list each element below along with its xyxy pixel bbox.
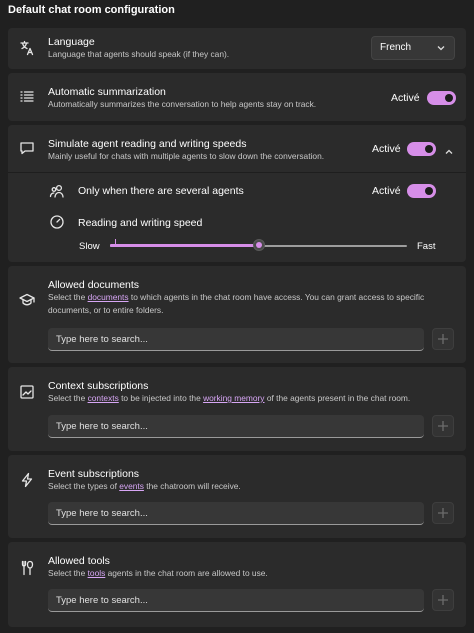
image-frame-icon xyxy=(18,383,36,401)
documents-card: Allowed documents Select the documents t… xyxy=(8,266,466,363)
simulate-state: Activé xyxy=(372,143,401,155)
context-search-input[interactable] xyxy=(48,415,424,438)
working-memory-link[interactable]: working memory xyxy=(203,393,264,403)
tools-link[interactable]: tools xyxy=(88,568,106,578)
simulate-toggle[interactable] xyxy=(407,142,436,156)
language-card: Language Language that agents should spe… xyxy=(8,28,466,69)
summarization-state: Activé xyxy=(391,92,420,104)
events-title: Event subscriptions xyxy=(48,468,140,480)
several-agents-label: Only when there are several agents xyxy=(78,185,244,197)
tools-desc: Select the tools agents in the chat room… xyxy=(48,568,268,578)
several-agents-toggle[interactable] xyxy=(407,184,436,198)
events-add-button[interactable] xyxy=(432,502,454,524)
context-add-button[interactable] xyxy=(432,415,454,437)
speed-slider-thumb[interactable] xyxy=(252,239,265,251)
documents-desc: Select the documents to which agents in … xyxy=(48,292,425,302)
chevron-down-icon xyxy=(436,43,446,53)
simulate-divider xyxy=(8,172,466,173)
events-desc: Select the types of events the chatroom … xyxy=(48,481,241,491)
page-title: Default chat room configuration xyxy=(8,4,175,16)
summarization-title: Automatic summarization xyxy=(48,86,166,98)
simulate-desc: Mainly useful for chats with multiple ag… xyxy=(48,151,325,161)
language-desc: Language that agents should speak (if th… xyxy=(48,49,230,59)
documents-add-button[interactable] xyxy=(432,328,454,350)
context-desc: Select the contexts to be injected into … xyxy=(48,393,411,403)
gauge-icon xyxy=(48,213,66,231)
contexts-link[interactable]: contexts xyxy=(88,393,119,403)
simulate-card: Simulate agent reading and writing speed… xyxy=(8,125,466,262)
events-search-input[interactable] xyxy=(48,502,424,525)
language-selected-value: French xyxy=(380,42,412,53)
plus-icon xyxy=(438,334,448,344)
lightning-icon xyxy=(18,471,36,489)
speed-slider-tick xyxy=(115,239,116,245)
tools-search-input[interactable] xyxy=(48,589,424,612)
documents-title: Allowed documents xyxy=(48,279,140,291)
list-icon xyxy=(18,88,36,106)
speed-label: Reading and writing speed xyxy=(78,217,203,229)
events-card: Event subscriptions Select the types of … xyxy=(8,455,466,538)
documents-search-input[interactable] xyxy=(48,328,424,351)
language-title: Language xyxy=(48,36,95,48)
speed-fast-label: Fast xyxy=(417,241,436,252)
language-icon xyxy=(18,39,36,57)
chevron-up-icon[interactable] xyxy=(444,144,458,158)
language-dropdown[interactable]: French xyxy=(371,36,455,60)
simulate-title: Simulate agent reading and writing speed… xyxy=(48,138,247,150)
speed-slider-fill xyxy=(110,244,259,247)
chat-icon xyxy=(18,139,36,157)
plus-icon xyxy=(438,508,448,518)
summarization-toggle[interactable] xyxy=(427,91,456,105)
people-icon xyxy=(48,182,66,200)
tools-add-button[interactable] xyxy=(432,589,454,611)
context-title: Context subscriptions xyxy=(48,380,149,392)
several-agents-state: Activé xyxy=(372,185,401,197)
documents-link[interactable]: documents xyxy=(88,292,129,302)
summarization-desc: Automatically summarizes the conversatio… xyxy=(48,99,317,109)
tools-card: Allowed tools Select the tools agents in… xyxy=(8,542,466,627)
plus-icon xyxy=(438,421,448,431)
summarization-card: Automatic summarization Automatically su… xyxy=(8,73,466,121)
graduation-cap-icon xyxy=(18,291,36,309)
context-card: Context subscriptions Select the context… xyxy=(8,367,466,451)
speed-slow-label: Slow xyxy=(79,241,100,252)
tools-title: Allowed tools xyxy=(48,555,110,567)
tools-icon xyxy=(18,559,36,577)
documents-desc-line2: documents, or to entire folders. xyxy=(48,305,164,315)
events-link[interactable]: events xyxy=(119,481,144,491)
plus-icon xyxy=(438,595,448,605)
